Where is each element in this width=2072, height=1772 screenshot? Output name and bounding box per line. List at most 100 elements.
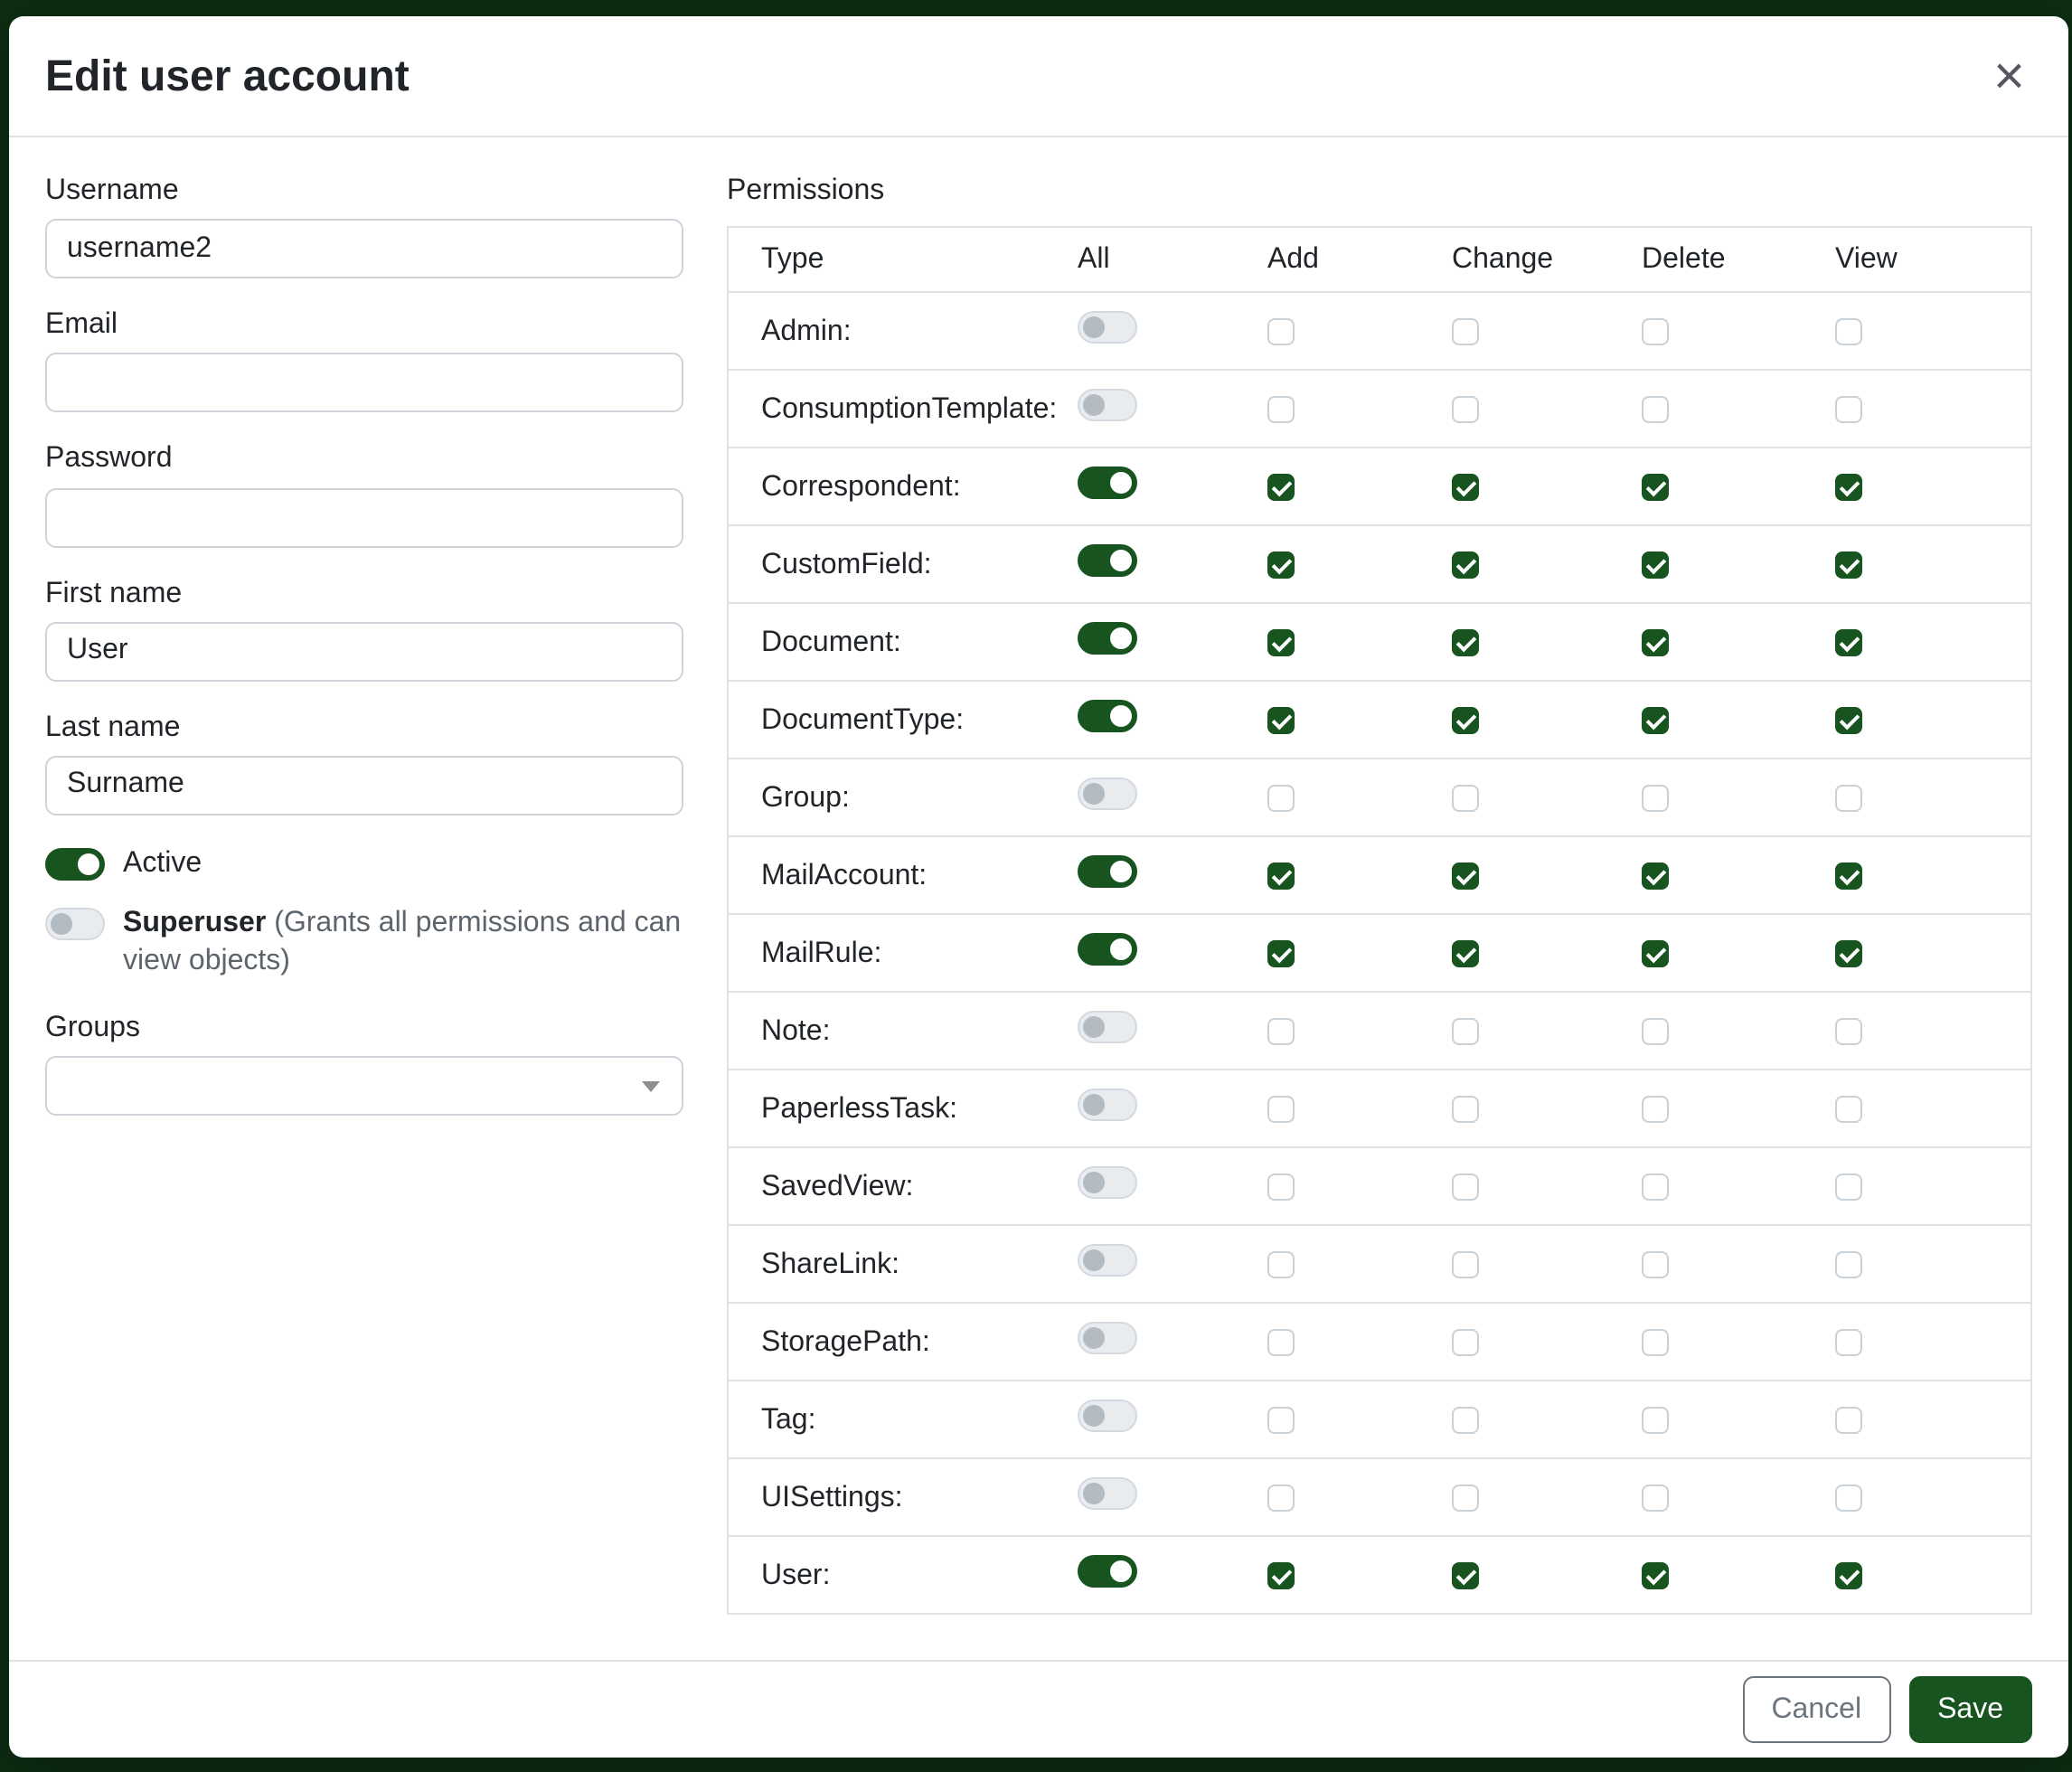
perm-view-checkbox[interactable] [1835, 940, 1862, 967]
close-icon[interactable]: × [1993, 51, 2025, 105]
perm-view-checkbox[interactable] [1835, 629, 1862, 656]
perm-view-checkbox[interactable] [1835, 1096, 1862, 1123]
perm-all-toggle[interactable] [1078, 777, 1137, 809]
perm-delete-checkbox[interactable] [1642, 1173, 1669, 1201]
perm-view-checkbox[interactable] [1835, 551, 1862, 579]
perm-change-checkbox[interactable] [1452, 707, 1479, 734]
password-field[interactable] [45, 487, 683, 547]
perm-add-checkbox[interactable] [1267, 1562, 1295, 1589]
perm-change-checkbox[interactable] [1452, 396, 1479, 423]
perm-all-toggle[interactable] [1078, 854, 1137, 887]
user-form: Username Email Password First name Last [45, 174, 683, 1116]
perm-all-toggle[interactable] [1078, 621, 1137, 654]
email-field[interactable] [45, 353, 683, 413]
perm-delete-checkbox[interactable] [1642, 1251, 1669, 1278]
perm-type-label: User: [729, 1558, 1056, 1592]
perm-delete-checkbox[interactable] [1642, 1096, 1669, 1123]
perm-add-checkbox[interactable] [1267, 551, 1295, 579]
perm-delete-checkbox[interactable] [1642, 862, 1669, 890]
perm-all-toggle[interactable] [1078, 1399, 1137, 1431]
perm-add-checkbox[interactable] [1267, 707, 1295, 734]
groups-select[interactable] [45, 1056, 683, 1116]
perm-add-checkbox[interactable] [1267, 940, 1295, 967]
perm-all-toggle[interactable] [1078, 932, 1137, 965]
perm-change-checkbox[interactable] [1452, 1329, 1479, 1356]
perm-change-checkbox[interactable] [1452, 551, 1479, 579]
perm-add-checkbox[interactable] [1267, 862, 1295, 890]
perm-delete-checkbox[interactable] [1642, 474, 1669, 501]
perm-all-toggle[interactable] [1078, 1243, 1137, 1276]
perm-all-toggle[interactable] [1078, 1321, 1137, 1353]
perm-all-toggle[interactable] [1078, 388, 1137, 420]
perm-add-checkbox[interactable] [1267, 1329, 1295, 1356]
perm-all-toggle[interactable] [1078, 1088, 1137, 1120]
perm-delete-checkbox[interactable] [1642, 940, 1669, 967]
perm-all-toggle[interactable] [1078, 1554, 1137, 1587]
perm-add-checkbox[interactable] [1267, 1251, 1295, 1278]
perm-change-checkbox[interactable] [1452, 785, 1479, 812]
perm-view-checkbox[interactable] [1835, 318, 1862, 345]
first-name-field[interactable] [45, 622, 683, 682]
perm-change-checkbox[interactable] [1452, 940, 1479, 967]
perm-delete-checkbox[interactable] [1642, 629, 1669, 656]
perm-change-checkbox[interactable] [1452, 1407, 1479, 1434]
perm-change-checkbox[interactable] [1452, 1096, 1479, 1123]
perm-view-checkbox[interactable] [1835, 1485, 1862, 1512]
perm-view-checkbox[interactable] [1835, 862, 1862, 890]
perm-view-checkbox[interactable] [1835, 785, 1862, 812]
perm-add-checkbox[interactable] [1267, 1407, 1295, 1434]
perm-add-checkbox[interactable] [1267, 396, 1295, 423]
perm-delete-checkbox[interactable] [1642, 318, 1669, 345]
perm-delete-checkbox[interactable] [1642, 1407, 1669, 1434]
perm-view-checkbox[interactable] [1835, 1407, 1862, 1434]
active-label: Active [123, 844, 202, 883]
perm-view-checkbox[interactable] [1835, 707, 1862, 734]
perm-add-checkbox[interactable] [1267, 474, 1295, 501]
perm-add-checkbox[interactable] [1267, 1173, 1295, 1201]
perm-add-checkbox[interactable] [1267, 318, 1295, 345]
table-row: User: [729, 1535, 2030, 1613]
perm-all-toggle[interactable] [1078, 466, 1137, 498]
perm-change-checkbox[interactable] [1452, 1485, 1479, 1512]
perm-all-toggle[interactable] [1078, 699, 1137, 731]
active-toggle[interactable] [45, 847, 105, 880]
perm-view-checkbox[interactable] [1835, 1018, 1862, 1045]
save-button[interactable]: Save [1908, 1676, 2032, 1743]
perm-all-toggle[interactable] [1078, 1476, 1137, 1509]
perm-change-checkbox[interactable] [1452, 1018, 1479, 1045]
perm-delete-checkbox[interactable] [1642, 785, 1669, 812]
perm-change-checkbox[interactable] [1452, 474, 1479, 501]
perm-view-checkbox[interactable] [1835, 1251, 1862, 1278]
perm-delete-checkbox[interactable] [1642, 396, 1669, 423]
cancel-button[interactable]: Cancel [1742, 1676, 1890, 1743]
perm-add-checkbox[interactable] [1267, 1096, 1295, 1123]
perm-add-checkbox[interactable] [1267, 1485, 1295, 1512]
perm-change-checkbox[interactable] [1452, 1251, 1479, 1278]
perm-add-checkbox[interactable] [1267, 785, 1295, 812]
perm-delete-checkbox[interactable] [1642, 1485, 1669, 1512]
perm-view-checkbox[interactable] [1835, 1173, 1862, 1201]
perm-all-toggle[interactable] [1078, 1010, 1137, 1042]
perm-change-checkbox[interactable] [1452, 1562, 1479, 1589]
perm-delete-checkbox[interactable] [1642, 1329, 1669, 1356]
superuser-toggle[interactable] [45, 907, 105, 939]
perm-change-checkbox[interactable] [1452, 1173, 1479, 1201]
perm-add-checkbox[interactable] [1267, 1018, 1295, 1045]
perm-delete-checkbox[interactable] [1642, 1562, 1669, 1589]
perm-change-checkbox[interactable] [1452, 862, 1479, 890]
username-input[interactable] [45, 219, 683, 278]
perm-change-checkbox[interactable] [1452, 629, 1479, 656]
perm-view-checkbox[interactable] [1835, 474, 1862, 501]
perm-view-checkbox[interactable] [1835, 1329, 1862, 1356]
perm-all-toggle[interactable] [1078, 543, 1137, 576]
perm-delete-checkbox[interactable] [1642, 551, 1669, 579]
perm-view-checkbox[interactable] [1835, 396, 1862, 423]
perm-add-checkbox[interactable] [1267, 629, 1295, 656]
last-name-field[interactable] [45, 756, 683, 815]
perm-delete-checkbox[interactable] [1642, 707, 1669, 734]
perm-delete-checkbox[interactable] [1642, 1018, 1669, 1045]
perm-view-checkbox[interactable] [1835, 1562, 1862, 1589]
perm-all-toggle[interactable] [1078, 310, 1137, 343]
perm-all-toggle[interactable] [1078, 1165, 1137, 1198]
perm-change-checkbox[interactable] [1452, 318, 1479, 345]
